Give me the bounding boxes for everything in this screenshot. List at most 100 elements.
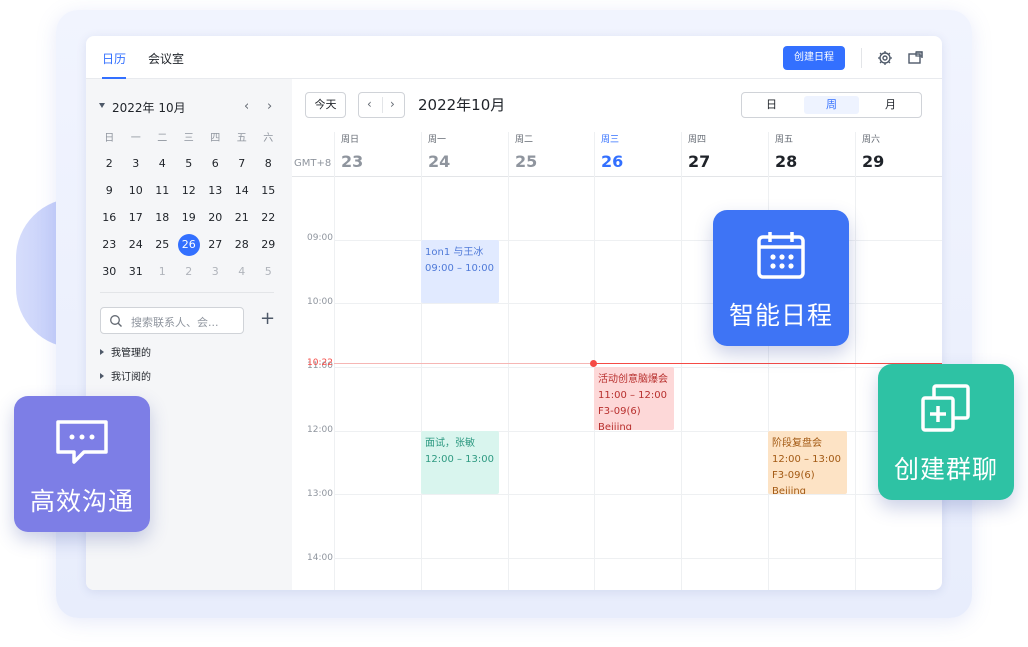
mini-day[interactable]: 12 <box>176 184 203 197</box>
day-number: 28 <box>775 152 798 171</box>
view-week-option[interactable]: 周 <box>804 96 859 114</box>
tab-calendar[interactable]: 日历 <box>102 50 126 67</box>
weekday-head: 三 <box>183 133 194 144</box>
mini-day[interactable]: 15 <box>255 184 282 197</box>
event-title: 1on1 与王冰 <box>425 247 484 258</box>
collapse-caret-icon[interactable] <box>99 103 105 108</box>
group-label: 我管理的 <box>111 348 151 359</box>
mini-day[interactable]: 5 <box>176 157 203 170</box>
mini-day[interactable]: 3 <box>123 157 150 170</box>
next-month-icon[interactable]: › <box>267 99 272 114</box>
day-header-sat[interactable]: 周六 29 <box>855 132 942 176</box>
group-subscribed[interactable]: 我订阅的 <box>100 368 151 383</box>
hour-label: 09:00 <box>307 233 333 243</box>
today-button[interactable]: 今天 <box>305 92 346 118</box>
mini-day-next-month[interactable]: 2 <box>176 265 203 278</box>
mini-day[interactable]: 28 <box>229 238 256 251</box>
mini-day[interactable]: 27 <box>202 238 229 251</box>
day-header-thu[interactable]: 周四 27 <box>681 132 768 176</box>
mini-day[interactable]: 9 <box>96 184 123 197</box>
mini-day[interactable]: 13 <box>202 184 229 197</box>
mini-day[interactable]: 17 <box>123 211 150 224</box>
mini-day[interactable]: 6 <box>202 157 229 170</box>
mini-week-row: 2 3 4 5 6 7 8 <box>96 150 282 177</box>
selected-day-label: 26 <box>177 233 200 256</box>
event-review[interactable]: 阶段复盘会 12:00 – 13:00 F3-09(6) Beijing <box>768 431 847 494</box>
event-time: 11:00 – 12:00 <box>598 390 667 401</box>
event-interview[interactable]: 面试，张敏 12:00 – 13:00 <box>421 431 499 494</box>
mini-day[interactable]: 2 <box>96 157 123 170</box>
contact-search-input[interactable]: 搜索联系人、会... <box>100 307 244 334</box>
mini-day[interactable]: 8 <box>255 157 282 170</box>
open-window-icon[interactable] <box>907 49 925 67</box>
current-time-label: 10:22 <box>307 358 333 368</box>
day-header-wed[interactable]: 周三 26 <box>594 132 681 176</box>
day-number: 27 <box>688 152 711 171</box>
mini-day[interactable]: 7 <box>229 157 256 170</box>
hour-label: 14:00 <box>307 553 333 563</box>
day-header-fri[interactable]: 周五 28 <box>768 132 855 176</box>
mini-day-next-month[interactable]: 5 <box>255 265 282 278</box>
column-divider <box>508 132 509 590</box>
event-time: 12:00 – 13:00 <box>772 454 841 465</box>
prev-month-icon[interactable]: ‹ <box>244 99 249 114</box>
mini-day[interactable]: 16 <box>96 211 123 224</box>
mini-day[interactable]: 31 <box>123 265 150 278</box>
mini-day[interactable]: 29 <box>255 238 282 251</box>
mini-day[interactable]: 10 <box>123 184 150 197</box>
tab-meeting-room[interactable]: 会议室 <box>148 50 184 67</box>
day-number: 23 <box>341 152 364 171</box>
mini-day[interactable]: 11 <box>149 184 176 197</box>
add-icon[interactable]: + <box>260 308 275 329</box>
smart-schedule-card: 智能日程 <box>713 210 849 346</box>
day-number: 24 <box>428 152 451 171</box>
view-month-option[interactable]: 月 <box>863 96 918 114</box>
event-brainstorm[interactable]: 活动创意脑爆会 11:00 – 12:00 F3-09(6) Beijing <box>594 367 674 430</box>
event-time: 09:00 – 10:00 <box>425 263 494 274</box>
view-day-option[interactable]: 日 <box>744 96 799 114</box>
pager-divider <box>382 97 383 113</box>
mini-day-selected[interactable]: 26 <box>176 233 203 256</box>
weekday-label: 周二 <box>515 135 534 145</box>
column-divider <box>768 132 769 590</box>
current-time-dot <box>590 360 597 367</box>
day-header-sun[interactable]: 周日 23 <box>334 132 421 176</box>
toolbar-divider <box>861 48 862 68</box>
weekday-head: 二 <box>157 133 168 144</box>
mini-day[interactable]: 14 <box>229 184 256 197</box>
mini-day[interactable]: 30 <box>96 265 123 278</box>
mini-day[interactable]: 18 <box>149 211 176 224</box>
prev-week-icon[interactable]: ‹ <box>367 97 372 111</box>
event-1on1[interactable]: 1on1 与王冰 09:00 – 10:00 <box>421 240 499 303</box>
screenshot-stage: 日历 会议室 创建日程 2022年 10月 ‹ › 日 一 二 三 四 五 六 … <box>0 0 1028 647</box>
create-group-label: 创建群聊 <box>893 455 998 484</box>
event-title: 活动创意脑爆会 <box>598 374 668 385</box>
current-month-title: 2022年10月 <box>418 96 506 114</box>
day-header-mon[interactable]: 周一 24 <box>421 132 508 176</box>
mini-day-next-month[interactable]: 4 <box>229 265 256 278</box>
hour-gridline <box>334 558 942 559</box>
weekday-label: 周日 <box>341 135 360 145</box>
mini-day[interactable]: 4 <box>149 157 176 170</box>
column-divider <box>855 132 856 590</box>
create-event-button[interactable]: 创建日程 <box>783 46 845 70</box>
hour-gridline <box>334 303 942 304</box>
gear-icon[interactable] <box>876 49 894 67</box>
weekday-label: 周六 <box>862 135 881 145</box>
mini-day[interactable]: 24 <box>123 238 150 251</box>
event-title: 面试，张敏 <box>425 438 475 449</box>
mini-day-next-month[interactable]: 1 <box>149 265 176 278</box>
next-week-icon[interactable]: › <box>390 97 395 111</box>
mini-day[interactable]: 25 <box>149 238 176 251</box>
search-placeholder: 搜索联系人、会... <box>131 316 219 329</box>
mini-day[interactable]: 23 <box>96 238 123 251</box>
mini-day[interactable]: 20 <box>202 211 229 224</box>
group-managed[interactable]: 我管理的 <box>100 344 151 359</box>
mini-day[interactable]: 19 <box>176 211 203 224</box>
mini-day[interactable]: 22 <box>255 211 282 224</box>
weekday-label: 周一 <box>428 135 447 145</box>
mini-day[interactable]: 21 <box>229 211 256 224</box>
day-header-tue[interactable]: 周二 25 <box>508 132 595 176</box>
mini-day-next-month[interactable]: 3 <box>202 265 229 278</box>
weekday-head: 四 <box>210 133 221 144</box>
